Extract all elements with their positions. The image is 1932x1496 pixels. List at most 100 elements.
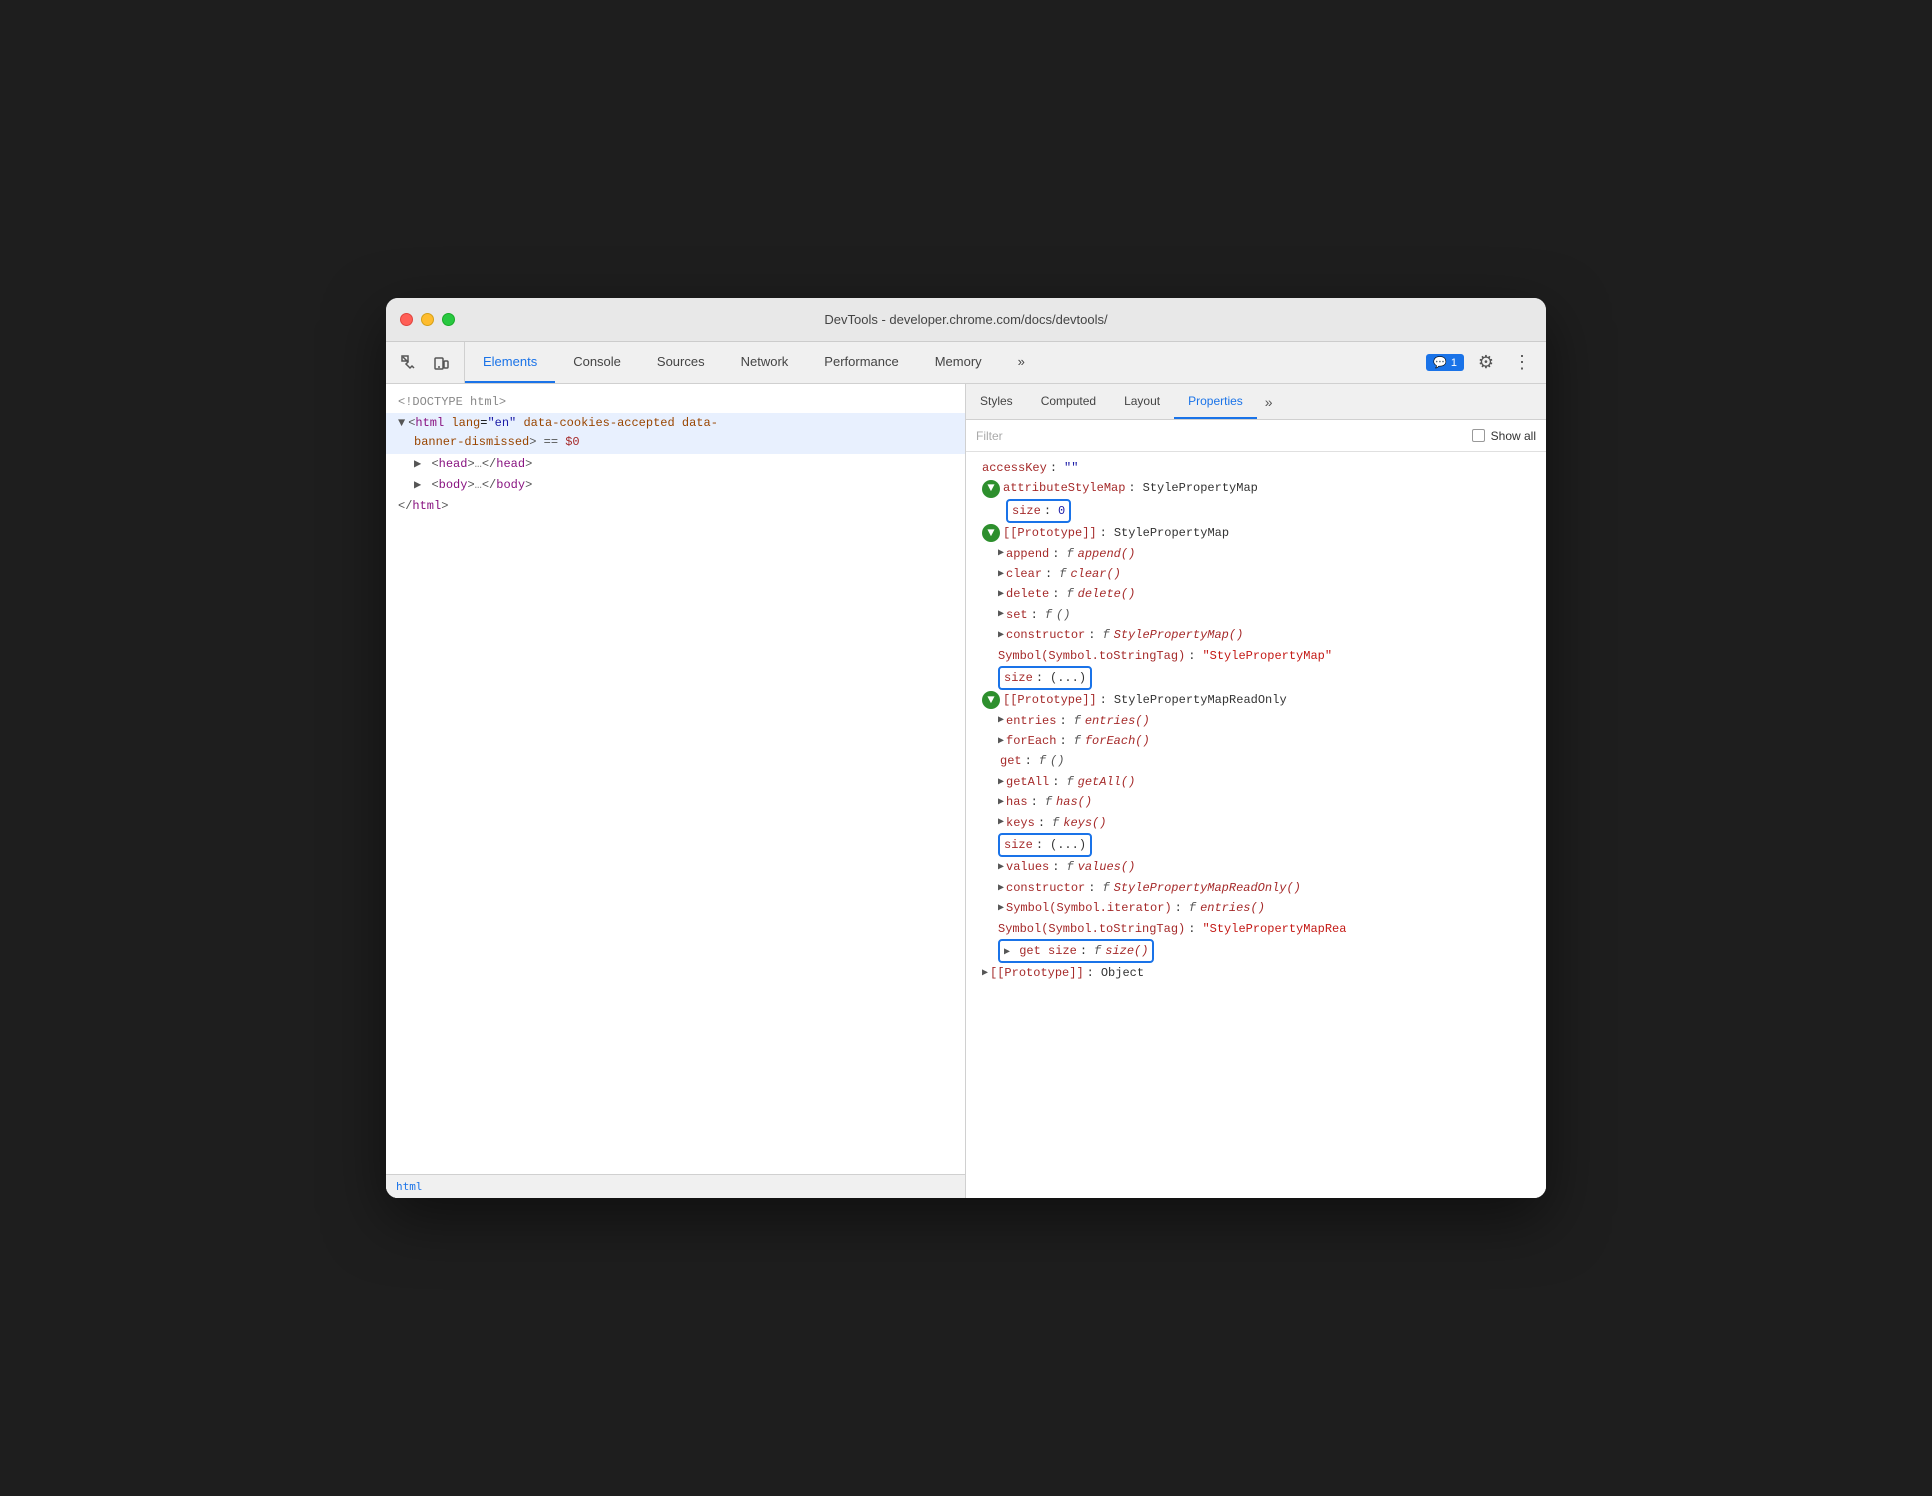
tab-sources[interactable]: Sources — [639, 342, 723, 383]
prop-values-triangle[interactable]: ▶ — [998, 859, 1004, 876]
prop-get: get:f() — [966, 751, 1546, 771]
breadcrumb-html[interactable]: html — [396, 1180, 423, 1193]
prop-symbol-tostring-2: Symbol(Symbol.toStringTag):"StylePropert… — [966, 919, 1546, 939]
tab-network[interactable]: Network — [723, 342, 807, 383]
toolbar-icon-group — [386, 342, 465, 383]
prop-symbol-iterator: ▶ Symbol(Symbol.iterator):fentries() — [966, 898, 1546, 918]
prop-constructor-2: ▶ constructor:fStylePropertyMapReadOnly(… — [966, 878, 1546, 898]
more-options-button[interactable]: ⋮ — [1508, 349, 1536, 377]
blue-box-size-2[interactable]: size:(...) — [998, 833, 1092, 857]
window-title: DevTools - developer.chrome.com/docs/dev… — [824, 312, 1107, 327]
device-icon[interactable] — [428, 350, 454, 376]
show-all-container[interactable]: Show all — [1472, 429, 1536, 443]
tab-console[interactable]: Console — [555, 342, 639, 383]
blue-box-get-size[interactable]: ▶ get size:fsize() — [998, 939, 1154, 963]
badge-count: 1 — [1451, 357, 1457, 369]
doctype-line: <!DOCTYPE html> — [386, 392, 965, 413]
properties-panel: Styles Computed Layout Properties » Show… — [966, 384, 1546, 1198]
prop-entries-triangle[interactable]: ▶ — [998, 712, 1004, 729]
doctype-text: <!DOCTYPE html> — [398, 395, 506, 409]
prop-clear-triangle[interactable]: ▶ — [998, 566, 1004, 583]
prop-attribute-style-map[interactable]: ▼ attributeStyleMap:StylePropertyMap — [966, 478, 1546, 498]
maximize-button[interactable] — [442, 313, 455, 326]
prop-size-0: size:0 — [966, 499, 1546, 523]
html-triangle[interactable]: ▼ — [398, 416, 405, 430]
prop-keys: ▶ keys:fkeys() — [966, 813, 1546, 833]
prop-append: ▶ append:fappend() — [966, 544, 1546, 564]
prop-foreach: ▶ forEach:fforEach() — [966, 731, 1546, 751]
tab-elements[interactable]: Elements — [465, 342, 555, 383]
tab-more[interactable]: » — [1000, 342, 1043, 383]
devtools-container: Elements Console Sources Network Perform… — [386, 342, 1546, 1198]
head-line[interactable]: ▶ <head>…</head> — [386, 454, 965, 475]
traffic-lights — [400, 313, 455, 326]
prop-values: ▶ values:fvalues() — [966, 857, 1546, 877]
inspector-icon[interactable] — [396, 350, 422, 376]
prop-append-triangle[interactable]: ▶ — [998, 545, 1004, 562]
prop-entries: ▶ entries:fentries() — [966, 711, 1546, 731]
main-toolbar: Elements Console Sources Network Perform… — [386, 342, 1546, 384]
blue-box-size-1[interactable]: size:(...) — [998, 666, 1092, 690]
prop-has: ▶ has:fhas() — [966, 792, 1546, 812]
tab-styles[interactable]: Styles — [966, 384, 1027, 419]
elements-panel: <!DOCTYPE html> ▼<html lang="en" data-co… — [386, 384, 966, 1198]
toolbar-right: 💬 1 ⚙ ⋮ — [1416, 342, 1546, 383]
green-expand-1[interactable]: ▼ — [982, 480, 1000, 498]
show-all-checkbox[interactable] — [1472, 429, 1485, 442]
prop-symbol-iterator-triangle[interactable]: ▶ — [998, 900, 1004, 917]
prop-set-triangle[interactable]: ▶ — [998, 606, 1004, 623]
prop-keys-triangle[interactable]: ▶ — [998, 814, 1004, 831]
messages-badge[interactable]: 💬 1 — [1426, 354, 1464, 371]
prop-get-size: ▶ get size:fsize() — [966, 939, 1546, 963]
prop-symbol-tostring-1: Symbol(Symbol.toStringTag):"StylePropert… — [966, 646, 1546, 666]
green-expand-3[interactable]: ▼ — [982, 691, 1000, 709]
body-line[interactable]: ▶ <body>…</body> — [386, 475, 965, 496]
right-tab-more[interactable]: » — [1257, 384, 1281, 419]
message-icon: 💬 — [1433, 356, 1447, 369]
filter-input[interactable] — [976, 429, 1462, 443]
prop-delete-triangle[interactable]: ▶ — [998, 586, 1004, 603]
prop-access-key: accessKey:"" — [966, 458, 1546, 478]
prop-foreach-triangle[interactable]: ▶ — [998, 733, 1004, 750]
prop-constructor-2-triangle[interactable]: ▶ — [998, 880, 1004, 897]
prop-has-triangle[interactable]: ▶ — [998, 794, 1004, 811]
prop-getall-triangle[interactable]: ▶ — [998, 774, 1004, 791]
html-line[interactable]: ▼<html lang="en" data-cookies-accepted d… — [386, 413, 965, 453]
filter-bar: Show all — [966, 420, 1546, 452]
prop-prototype-obj: ▶ [[Prototype]]:Object — [966, 963, 1546, 983]
prop-prototype-2[interactable]: ▼ [[Prototype]]:StylePropertyMapReadOnly — [966, 690, 1546, 710]
main-content: <!DOCTYPE html> ▼<html lang="en" data-co… — [386, 384, 1546, 1198]
prop-getall: ▶ getAll:fgetAll() — [966, 772, 1546, 792]
show-all-label: Show all — [1491, 429, 1536, 443]
tab-computed[interactable]: Computed — [1027, 384, 1110, 419]
elements-status-bar: html — [386, 1174, 965, 1198]
prop-constructor-1: ▶ constructor:fStylePropertyMap() — [966, 625, 1546, 645]
right-tabs: Styles Computed Layout Properties » — [966, 384, 1546, 420]
prop-get-size-triangle[interactable]: ▶ — [1004, 947, 1010, 958]
prop-clear: ▶ clear:fclear() — [966, 564, 1546, 584]
head-triangle[interactable]: ▶ — [414, 457, 421, 471]
prop-set: ▶ set:f() — [966, 605, 1546, 625]
tab-memory[interactable]: Memory — [917, 342, 1000, 383]
green-expand-2[interactable]: ▼ — [982, 524, 1000, 542]
prop-delete: ▶ delete:fdelete() — [966, 584, 1546, 604]
elements-tree[interactable]: <!DOCTYPE html> ▼<html lang="en" data-co… — [386, 384, 965, 1174]
prop-prototype-1[interactable]: ▼ [[Prototype]]:StylePropertyMap — [966, 523, 1546, 543]
prop-constructor-1-triangle[interactable]: ▶ — [998, 627, 1004, 644]
minimize-button[interactable] — [421, 313, 434, 326]
tab-performance[interactable]: Performance — [806, 342, 916, 383]
close-button[interactable] — [400, 313, 413, 326]
tab-layout[interactable]: Layout — [1110, 384, 1174, 419]
prop-size-dots-1: size:(...) — [966, 666, 1546, 690]
main-tabs: Elements Console Sources Network Perform… — [465, 342, 1416, 383]
settings-button[interactable]: ⚙ — [1472, 349, 1500, 377]
properties-content: accessKey:"" ▼ attributeStyleMap:StylePr… — [966, 452, 1546, 1198]
devtools-window: DevTools - developer.chrome.com/docs/dev… — [386, 298, 1546, 1198]
blue-box-size-0[interactable]: size:0 — [1006, 499, 1071, 523]
prop-size-dots-2: size:(...) — [966, 833, 1546, 857]
body-triangle[interactable]: ▶ — [414, 478, 421, 492]
titlebar: DevTools - developer.chrome.com/docs/dev… — [386, 298, 1546, 342]
tab-properties[interactable]: Properties — [1174, 384, 1257, 419]
html-close-line: </html> — [386, 496, 965, 517]
prop-prototype-obj-triangle[interactable]: ▶ — [982, 965, 988, 982]
